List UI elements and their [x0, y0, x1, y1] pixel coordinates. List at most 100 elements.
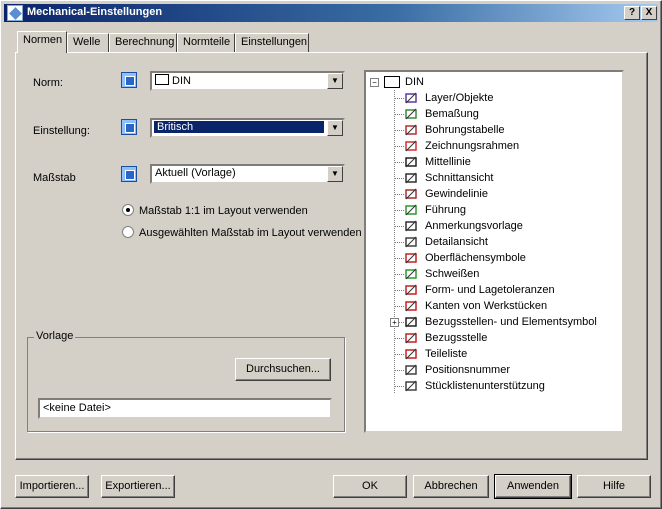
- tree-connector: [395, 178, 404, 179]
- tree-item-label: Zeichnungsrahmen: [425, 140, 520, 152]
- tree-item-label: Schweißen: [425, 268, 480, 280]
- detail-view-icon: [404, 235, 418, 249]
- tree-connector: [395, 338, 404, 339]
- export-button[interactable]: Exportieren...: [101, 475, 175, 498]
- tree-item-label: Führung: [425, 204, 466, 216]
- tree-item-label: Oberflächensymbole: [425, 252, 526, 264]
- balloon-icon: [404, 363, 418, 377]
- einstellung-settings-icon[interactable]: [121, 119, 137, 135]
- settings-dialog: Mechanical-Einstellungen ? X Normen Well…: [0, 0, 662, 509]
- radio-indicator-on[interactable]: [122, 204, 134, 216]
- tab-normteile[interactable]: Normteile: [177, 33, 235, 52]
- parts-list-icon: [404, 347, 418, 361]
- tolerance-icon: [404, 283, 418, 297]
- surface-symbol-icon: [404, 251, 418, 265]
- tree-connector: [395, 370, 404, 371]
- chevron-down-icon[interactable]: ▼: [327, 166, 343, 182]
- tree-connector: [395, 98, 404, 99]
- tree-connector: [395, 258, 404, 259]
- template-file-field[interactable]: <keine Datei>: [38, 398, 332, 419]
- tree-item-label: Positionsnummer: [425, 364, 510, 376]
- help-title-button[interactable]: ?: [624, 6, 640, 20]
- centerline-icon: [404, 155, 418, 169]
- tree-connector: [395, 146, 404, 147]
- massstab-select[interactable]: Aktuell (Vorlage) ▼: [150, 164, 345, 184]
- help-button[interactable]: Hilfe: [577, 475, 651, 498]
- norm-label: Norm:: [33, 77, 63, 89]
- collapse-icon[interactable]: −: [370, 78, 379, 87]
- tree-connector: [395, 210, 404, 211]
- tree-item-label: Bezugsstellen- und Elementsymbol: [425, 316, 597, 328]
- note-template-icon: [404, 219, 418, 233]
- title-block-icon: [404, 139, 418, 153]
- tree-item-label: Schnittansicht: [425, 172, 494, 184]
- chevron-down-icon[interactable]: ▼: [327, 73, 343, 89]
- expand-icon[interactable]: +: [390, 318, 399, 327]
- tree-item-label: Detailansicht: [425, 236, 488, 248]
- einstellung-label: Einstellung:: [33, 125, 90, 137]
- book-icon: [155, 74, 169, 85]
- tree-connector: [395, 242, 404, 243]
- einstellung-select-value: Britisch: [154, 121, 324, 133]
- settings-tree[interactable]: − DIN Layer/Objekte Bemaßung Bohrungstabel…: [364, 70, 624, 433]
- radio-selected-massstab[interactable]: Ausgewählten Maßstab im Layout verwenden: [122, 226, 362, 239]
- vorlage-legend: Vorlage: [34, 330, 76, 342]
- tree-connector: [395, 290, 404, 291]
- layer-icon: [404, 91, 418, 105]
- tree-item-label: Kanten von Werkstücken: [425, 300, 548, 312]
- massstab-label: Maßstab: [33, 172, 76, 184]
- bom-icon: [404, 379, 418, 393]
- tree-item-label: Mittellinie: [425, 156, 471, 168]
- book-icon: [384, 76, 400, 88]
- tree-item-label: Layer/Objekte: [425, 92, 494, 104]
- tree-connector: [395, 354, 404, 355]
- tree-connector: [395, 114, 404, 115]
- tree-connector: [395, 386, 404, 387]
- tree-connector: [395, 306, 404, 307]
- tree-item-label: Stücklistenunterstützung: [425, 380, 545, 392]
- tree-item-label: Bohrungstabelle: [425, 124, 505, 136]
- tab-welle[interactable]: Welle: [67, 33, 109, 52]
- radio-massstab-1-1[interactable]: Maßstab 1:1 im Layout verwenden: [122, 204, 308, 217]
- datum-icon: [404, 315, 418, 329]
- tree-item-label: Gewindelinie: [425, 188, 488, 200]
- edge-icon: [404, 299, 418, 313]
- tab-normen[interactable]: Normen: [17, 31, 67, 53]
- apply-button[interactable]: Anwenden: [494, 474, 572, 499]
- leader-icon: [404, 203, 418, 217]
- browse-button[interactable]: Durchsuchen...: [235, 358, 331, 381]
- close-button[interactable]: X: [641, 6, 657, 20]
- hole-table-icon: [404, 123, 418, 137]
- radio-massstab-1-1-label: Maßstab 1:1 im Layout verwenden: [139, 205, 308, 217]
- tree-item-label: Bemaßung: [425, 108, 479, 120]
- norm-settings-icon[interactable]: [121, 72, 137, 88]
- section-view-icon: [404, 171, 418, 185]
- massstab-settings-icon[interactable]: [121, 166, 137, 182]
- tab-einstellungen[interactable]: Einstellungen: [235, 33, 309, 52]
- norm-select-value: DIN: [172, 75, 191, 87]
- tab-berechnung[interactable]: Berechnung: [109, 33, 177, 52]
- chevron-down-icon[interactable]: ▼: [327, 120, 343, 136]
- datum-target-icon: [404, 331, 418, 345]
- import-button[interactable]: Importieren...: [15, 475, 89, 498]
- radio-selected-massstab-label: Ausgewählten Maßstab im Layout verwenden: [139, 227, 362, 239]
- tree-connector: [395, 162, 404, 163]
- radio-indicator-off[interactable]: [122, 226, 134, 238]
- ok-button[interactable]: OK: [333, 475, 407, 498]
- tree-item-label: Bezugsstelle: [425, 332, 488, 344]
- tree-connector: [395, 194, 404, 195]
- title-bar: Mechanical-Einstellungen ? X: [4, 4, 658, 22]
- tree-connector: [395, 130, 404, 131]
- app-icon: [7, 5, 23, 21]
- window-title: Mechanical-Einstellungen: [27, 6, 163, 18]
- norm-select[interactable]: DIN ▼: [150, 71, 345, 91]
- tree-item-label: Form- und Lagetoleranzen: [425, 284, 555, 296]
- weld-icon: [404, 267, 418, 281]
- tree-connector: [395, 226, 404, 227]
- dimension-icon: [404, 107, 418, 121]
- einstellung-select[interactable]: Britisch ▼: [150, 118, 345, 138]
- tree-root-label: DIN: [405, 76, 424, 88]
- thread-icon: [404, 187, 418, 201]
- cancel-button[interactable]: Abbrechen: [413, 475, 489, 498]
- massstab-select-value: Aktuell (Vorlage): [155, 167, 236, 179]
